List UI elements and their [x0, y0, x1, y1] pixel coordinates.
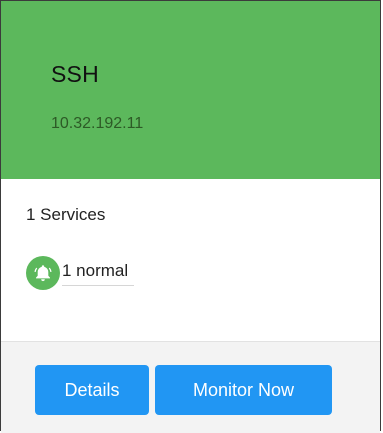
host-card: SSH 10.32.192.11 1 Services 1 normal Det…: [0, 0, 381, 433]
details-button[interactable]: Details: [35, 365, 149, 415]
host-name: SSH: [51, 61, 99, 87]
services-count: 1 Services: [26, 205, 106, 224]
service-status-row[interactable]: 1 normal: [26, 253, 135, 293]
service-status-label[interactable]: 1 normal: [62, 261, 135, 286]
bell-icon-glyph: [34, 265, 52, 282]
services-section: 1 Services 1 normal: [1, 179, 380, 341]
bell-icon: [26, 256, 60, 290]
host-header: SSH 10.32.192.11: [1, 1, 380, 179]
card-actions: Details Monitor Now: [1, 341, 380, 433]
host-ip-address: 10.32.192.11: [51, 115, 144, 132]
monitor-now-button[interactable]: Monitor Now: [155, 365, 332, 415]
